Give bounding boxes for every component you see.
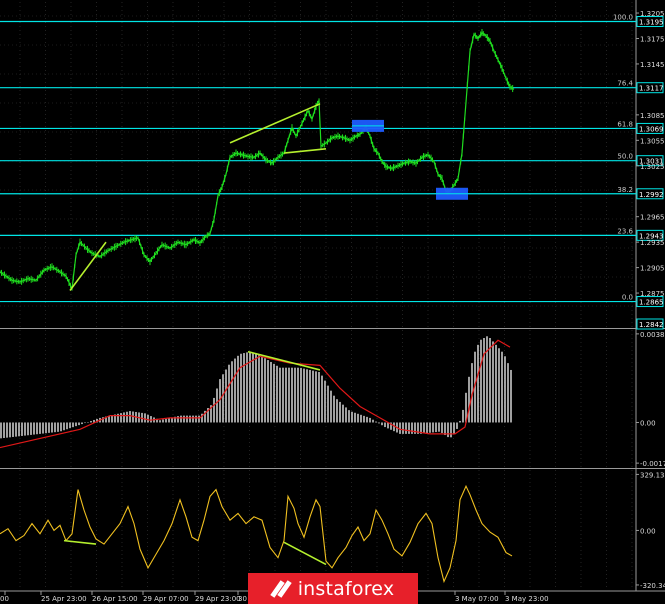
fib-price-label: 1.3195 (639, 19, 664, 27)
time-axis-label: 25 Apr 23:00 (41, 595, 87, 603)
time-axis-label: 00 (0, 595, 9, 603)
fib-level-label: 61.8 (617, 120, 633, 128)
price-axis-label: 1.2905 (640, 265, 665, 273)
time-axis-label: 26 Apr 15:00 (92, 595, 138, 603)
time-axis-label: 29 Apr 23:00 (195, 595, 241, 603)
time-axis-label: 29 Apr 07:00 (143, 595, 189, 603)
cci-axis-label: -320.342 (640, 582, 665, 590)
fib-level-label: 0.0 (622, 294, 633, 302)
price-axis-label: 1.2935 (640, 239, 665, 247)
fib-price-label: 1.2865 (639, 299, 664, 307)
price-axis-label: 1.2875 (640, 290, 665, 298)
bottom-price-label: 1.2842 (639, 321, 664, 329)
fib-level-label: 23.6 (617, 227, 633, 235)
fib-level-label: 76.4 (617, 80, 633, 88)
price-axis-label: 1.3175 (640, 35, 665, 43)
fib-price-label: 1.2992 (639, 191, 664, 199)
price-axis-label: 1.3055 (640, 137, 665, 145)
time-axis-label: 3 May 23:00 (505, 595, 549, 603)
fib-price-label: 1.3069 (639, 125, 664, 133)
fib-level-label: 50.0 (617, 153, 633, 161)
price-axis-label: 1.3205 (640, 10, 665, 18)
logo-text: instaforex (297, 577, 395, 600)
price-axis-label: 1.2965 (640, 214, 665, 222)
price-axis-label: 1.3145 (640, 61, 665, 69)
time-axis-label: 3 May 07:00 (455, 595, 499, 603)
instaforex-logo: instaforex (248, 573, 418, 604)
macd-axis-label: 0.00388 (640, 331, 665, 339)
macd-axis-label: -0.00178 (640, 460, 665, 468)
price-axis-label: 1.3025 (640, 163, 665, 171)
price-axis-label: 1.3085 (640, 112, 665, 120)
instaforex-mark-icon (269, 579, 292, 599)
chart-canvas: 100.01.319576.41.311761.81.306950.01.303… (0, 0, 665, 604)
fib-level-label: 38.2 (617, 186, 633, 194)
fib-level-label: 100.0 (613, 14, 633, 22)
cci-axis-label: 329.1319 (640, 471, 665, 479)
macd-axis-label: 0.00 (640, 419, 656, 427)
fib-price-label: 1.3117 (639, 85, 664, 93)
cci-axis-label: 0.00 (640, 527, 656, 535)
